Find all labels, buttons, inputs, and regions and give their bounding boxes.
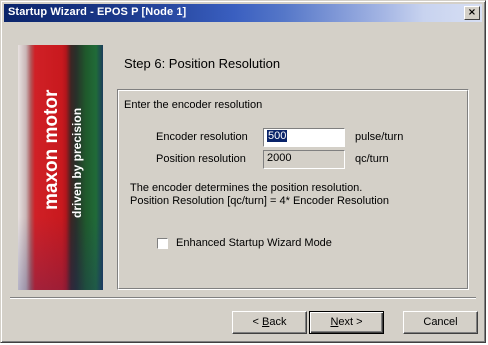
position-resolution-field: 2000 <box>263 150 345 169</box>
close-icon: × <box>467 7 477 18</box>
button-separator <box>10 297 476 299</box>
brand-name: maxon motor <box>41 89 62 210</box>
encoder-resolution-label: Encoder resolution <box>156 131 248 143</box>
maxon-motor-banner: maxon motor driven by precision <box>18 45 103 290</box>
encoder-resolution-unit: pulse/turn <box>355 131 404 143</box>
position-resolution-label: Position resolution <box>156 153 246 165</box>
close-button[interactable]: × <box>464 6 480 20</box>
next-button[interactable]: Next > <box>309 311 384 334</box>
encoder-resolution-value: 500 <box>267 130 288 142</box>
position-resolution-unit: qc/turn <box>355 153 389 165</box>
enhanced-mode-label[interactable]: Enhanced Startup Wizard Mode <box>176 237 332 249</box>
description-line-2: Position Resolution [qc/turn] = 4* Encod… <box>130 195 389 207</box>
instruction-text: Enter the encoder resolution <box>124 99 263 111</box>
encoder-resolution-input[interactable]: 500 <box>263 128 345 147</box>
step-title: Step 6: Position Resolution <box>124 56 281 71</box>
description-line-1: The encoder determines the position reso… <box>130 182 363 194</box>
cancel-button[interactable]: Cancel <box>403 311 478 334</box>
position-resolution-value: 2000 <box>267 152 292 164</box>
window-title: Startup Wizard - EPOS P [Node 1] <box>8 6 187 18</box>
brand-tagline: driven by precision <box>70 107 84 218</box>
title-bar[interactable]: Startup Wizard - EPOS P [Node 1] × <box>4 4 482 22</box>
enhanced-mode-checkbox[interactable] <box>157 238 168 249</box>
back-button[interactable]: < Back <box>232 311 307 334</box>
